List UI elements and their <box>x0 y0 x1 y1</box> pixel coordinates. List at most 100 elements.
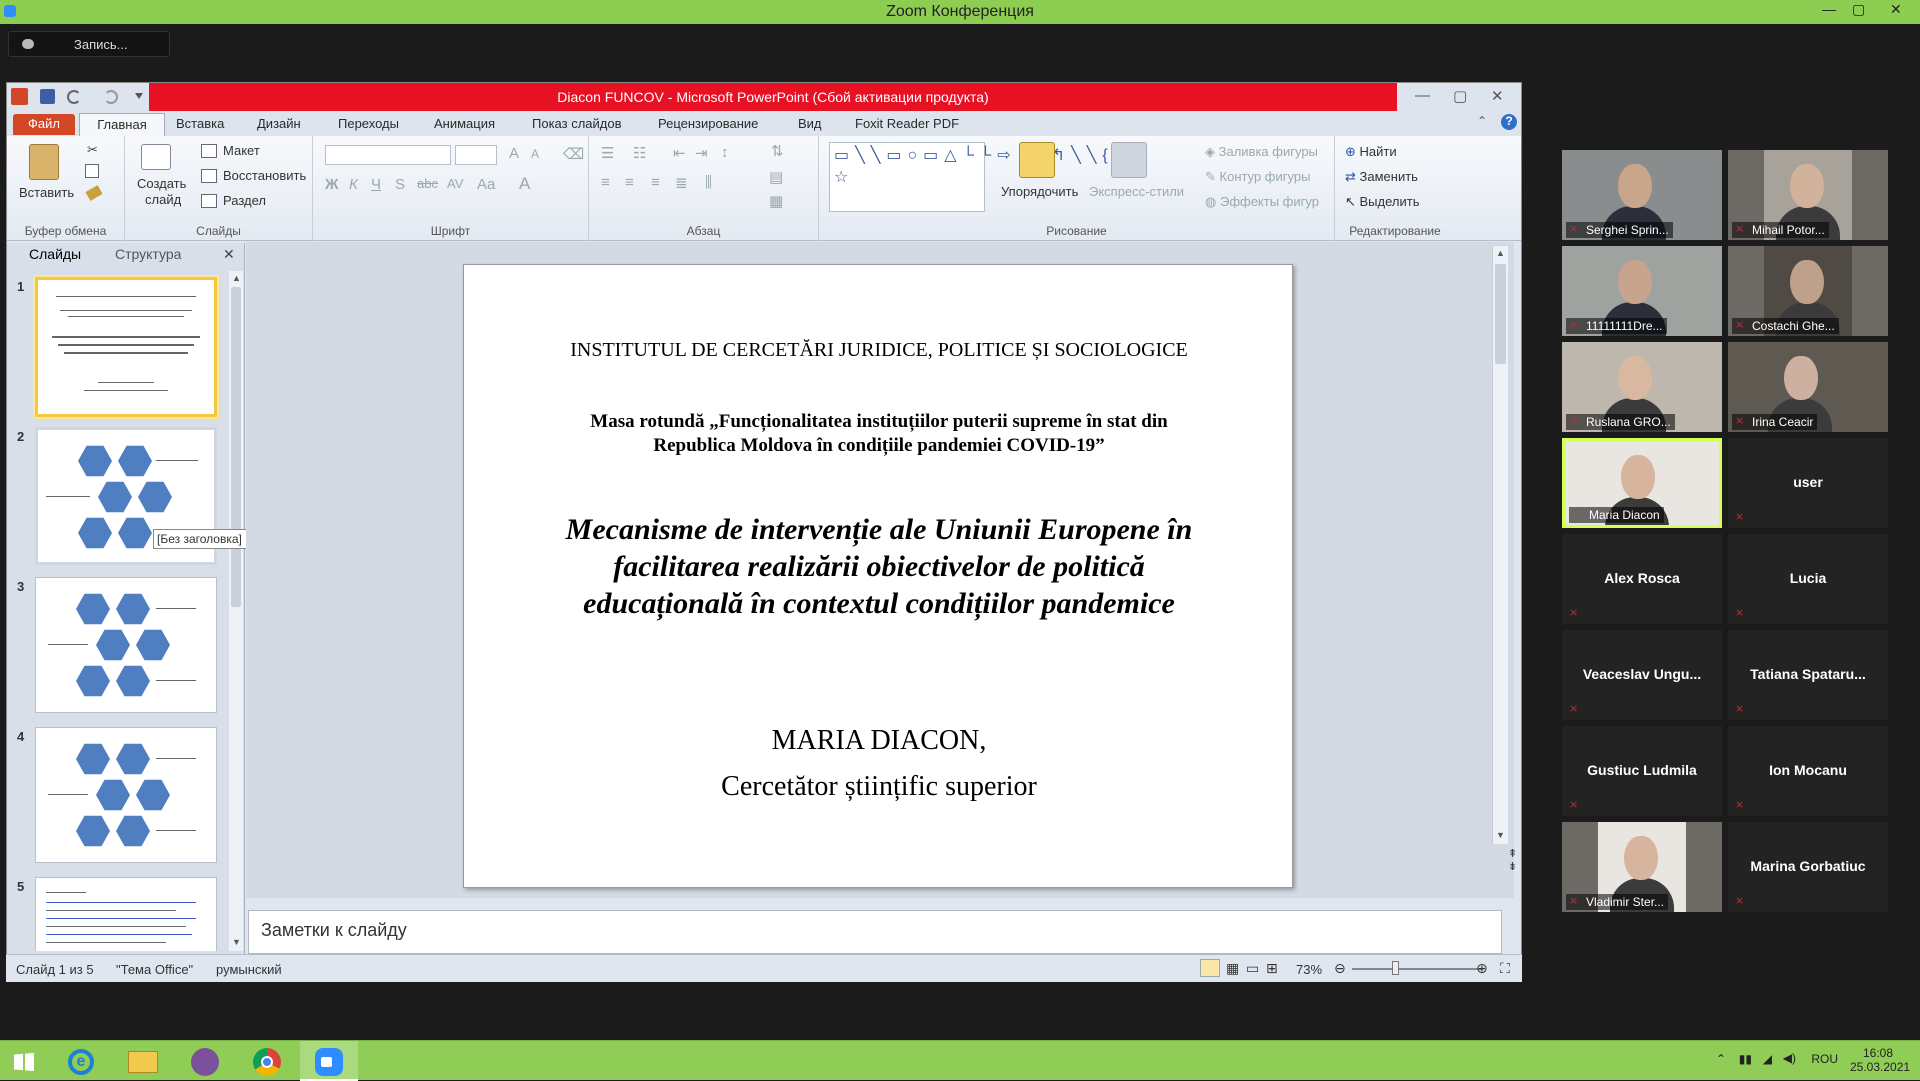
justify-icon[interactable]: ≣ <box>675 174 688 192</box>
tab-transitions[interactable]: Переходы <box>338 116 399 131</box>
zoom-maximize-button[interactable]: ▢ <box>1852 1 1865 18</box>
slide-thumbnail-5[interactable] <box>35 877 217 951</box>
reset-button[interactable]: Восстановить <box>223 168 306 183</box>
section-button[interactable]: Раздел <box>223 193 266 208</box>
participant-tile[interactable]: Veaceslav Ungu... ⨯ <box>1562 630 1722 720</box>
numbering-icon[interactable]: ☷ <box>633 144 646 162</box>
start-button[interactable] <box>0 1041 48 1081</box>
align-right-icon[interactable]: ≡ <box>651 174 660 191</box>
taskbar-zoom[interactable] <box>300 1041 358 1081</box>
clear-format-icon[interactable]: ⌫ <box>563 145 584 163</box>
slide-notes-field[interactable]: Заметки к слайду <box>248 910 1502 954</box>
format-painter-icon[interactable] <box>85 185 103 201</box>
collapse-ribbon-icon[interactable]: ⌃ <box>1477 114 1487 128</box>
slide-thumbnail-1[interactable] <box>35 277 217 417</box>
participant-tile[interactable]: 11111111Dre... ⨯ <box>1562 246 1722 336</box>
participant-tile[interactable]: Alex Rosca ⨯ <box>1562 534 1722 624</box>
participant-tile[interactable]: Marina Gorbatiuc ⨯ <box>1728 822 1888 912</box>
scroll-up-icon[interactable]: ▲ <box>1496 248 1505 258</box>
network-icon[interactable]: ▮▮ <box>1739 1052 1752 1066</box>
status-language[interactable]: румынский <box>216 962 282 977</box>
tab-file[interactable]: Файл <box>13 114 75 135</box>
font-size-select[interactable] <box>455 145 497 165</box>
volume-icon[interactable]: ◀) <box>1783 1051 1796 1065</box>
underline-icon[interactable]: Ч <box>371 176 381 193</box>
zoom-minimize-button[interactable]: — <box>1822 1 1836 17</box>
slideshow-icon[interactable]: ⊞ <box>1266 960 1278 977</box>
clock[interactable]: 16:08 25.03.2021 <box>1850 1046 1910 1074</box>
smartart-icon[interactable]: ▦ <box>769 192 783 210</box>
shapes-gallery[interactable]: ▭╲╲▭○▭△└└⇨⇩⌂↰╲╲{}☆ <box>829 142 1119 212</box>
participant-tile[interactable]: Tatiana Spataru... ⨯ <box>1728 630 1888 720</box>
font-color-icon[interactable]: A <box>519 174 530 194</box>
participant-tile[interactable]: Vladimir Ster... ⨯ <box>1562 822 1722 912</box>
quick-styles-button[interactable]: Экспресс-стили <box>1089 184 1184 199</box>
participant-tile[interactable]: Costachi Ghe... ⨯ <box>1728 246 1888 336</box>
thumbnails-scrollbar[interactable]: ▲ ▼ <box>229 271 243 951</box>
find-button[interactable]: ⊕ Найти <box>1345 144 1397 160</box>
tab-design[interactable]: Дизайн <box>257 116 301 131</box>
cut-icon[interactable]: ✂ <box>87 142 98 158</box>
tab-slideshow[interactable]: Показ слайдов <box>532 116 622 131</box>
paste-button[interactable]: Вставить <box>19 185 74 200</box>
zoom-slider-track[interactable] <box>1352 968 1482 970</box>
font-family-select[interactable] <box>325 145 451 165</box>
participant-tile[interactable]: Mihail Potor... ⨯ <box>1728 150 1888 240</box>
ppt-close-button[interactable]: ✕ <box>1491 87 1504 105</box>
shape-outline-button[interactable]: ✎ Контур фигуры <box>1205 169 1310 185</box>
status-theme[interactable]: "Тема Office" <box>116 962 193 977</box>
save-icon[interactable] <box>40 89 55 104</box>
paste-icon[interactable] <box>29 144 59 180</box>
change-case-icon[interactable]: Aa <box>477 176 495 193</box>
close-panel-icon[interactable]: ✕ <box>223 246 235 263</box>
slide-thumbnail-3[interactable] <box>35 577 217 713</box>
help-icon[interactable]: ? <box>1501 114 1517 130</box>
decrease-indent-icon[interactable]: ⇤ <box>673 144 686 162</box>
tray-expand-icon[interactable]: ⌃ <box>1716 1052 1726 1066</box>
shrink-font-icon[interactable]: A <box>531 147 539 161</box>
taskbar-chrome[interactable] <box>238 1041 296 1081</box>
tab-review[interactable]: Рецензирование <box>658 116 758 131</box>
new-slide-label-1[interactable]: Создать <box>137 176 186 191</box>
scroll-up-icon[interactable]: ▲ <box>232 273 241 283</box>
signal-icon[interactable]: ◢ <box>1763 1052 1772 1066</box>
scroll-down-icon[interactable]: ▼ <box>232 937 241 947</box>
current-slide[interactable]: INSTITUTUL DE CERCETĂRI JURIDICE, POLITI… <box>463 264 1293 888</box>
new-slide-icon[interactable] <box>141 144 171 170</box>
reading-view-icon[interactable]: ▭ <box>1246 960 1259 977</box>
redo-icon[interactable] <box>104 90 118 104</box>
normal-view-icon[interactable] <box>1200 959 1220 977</box>
powerpoint-app-icon[interactable] <box>11 88 28 105</box>
taskbar-ie[interactable]: e <box>52 1041 110 1081</box>
recording-indicator[interactable]: Запись... <box>8 31 170 57</box>
participant-tile[interactable]: Gustiuc Ludmila ⨯ <box>1562 726 1722 816</box>
zoom-close-button[interactable]: ✕ <box>1890 1 1902 18</box>
ppt-restore-button[interactable]: ▢ <box>1453 87 1467 105</box>
shadow-icon[interactable]: S <box>395 176 405 193</box>
slide-scroll-thumb[interactable] <box>1495 264 1506 364</box>
tab-insert[interactable]: Вставка <box>176 116 224 131</box>
slide-scrollbar[interactable]: ▲ ▼ <box>1492 246 1508 844</box>
bold-icon[interactable]: Ж <box>325 176 339 193</box>
align-left-icon[interactable]: ≡ <box>601 174 610 191</box>
tab-view[interactable]: Вид <box>798 116 822 131</box>
text-direction-icon[interactable]: ⇅ <box>771 142 784 160</box>
char-spacing-icon[interactable]: AV <box>447 176 463 191</box>
customize-toolbar-icon[interactable] <box>135 93 143 101</box>
slide-thumbnail-4[interactable] <box>35 727 217 863</box>
copy-icon[interactable] <box>85 164 99 178</box>
tab-outline-panel[interactable]: Структура <box>115 246 181 262</box>
strikethrough-icon[interactable]: abc <box>417 176 438 191</box>
tab-slides-panel[interactable]: Слайды <box>29 246 81 262</box>
align-center-icon[interactable]: ≡ <box>625 174 634 191</box>
grow-font-icon[interactable]: A <box>509 145 519 162</box>
taskbar-explorer[interactable] <box>114 1041 172 1081</box>
thumbnails-scroll-thumb[interactable] <box>231 287 241 607</box>
participant-tile[interactable]: Ruslana GRO... ⨯ <box>1562 342 1722 432</box>
italic-icon[interactable]: К <box>349 176 358 193</box>
shape-effects-button[interactable]: ◍ Эффекты фигур <box>1205 194 1319 210</box>
select-button[interactable]: ↖ Выделить <box>1345 194 1420 210</box>
participant-tile[interactable]: Irina Ceacir ⨯ <box>1728 342 1888 432</box>
line-spacing-icon[interactable]: ↕ <box>721 144 729 161</box>
fit-to-window-icon[interactable]: ⛶ <box>1500 960 1510 977</box>
